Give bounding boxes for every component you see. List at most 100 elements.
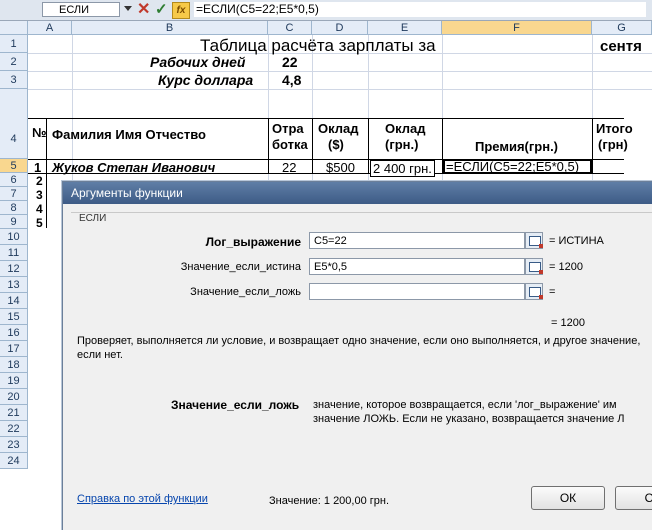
range-select-icon: [529, 236, 543, 248]
arg-value-if-false-input[interactable]: [309, 283, 525, 300]
formula-result: = 1200: [551, 317, 585, 329]
function-arguments-dialog: Аргументы функции ЕСЛИ Лог_выражение C5=…: [62, 181, 652, 530]
header-worked-1[interactable]: Отра: [272, 121, 304, 136]
arg-value-if-false-label: Значение_если_ложь: [190, 286, 301, 298]
row-header-9[interactable]: 9: [0, 215, 28, 229]
active-cell-f5[interactable]: =ЕСЛИ(C5=22;E5*0,5): [443, 159, 592, 174]
row-header-20[interactable]: 20: [0, 389, 28, 405]
arg-value-if-true-label: Значение_если_истина: [180, 261, 301, 273]
table-border: [312, 118, 313, 174]
formula-input[interactable]: =ЕСЛИ(C5=22;E5*0,5): [194, 2, 646, 17]
workdays-label[interactable]: Рабочих дней: [150, 54, 245, 70]
arg-logical-test-input[interactable]: C5=22: [309, 232, 525, 249]
row-header-13[interactable]: 13: [0, 277, 28, 293]
arg-value-if-false-result: =: [549, 286, 556, 298]
header-salary-usd-1[interactable]: Оклад: [318, 121, 359, 136]
gridline: [28, 71, 652, 72]
header-name[interactable]: Фамилия Имя Отчество: [52, 127, 206, 142]
row-header-8[interactable]: 8: [0, 201, 28, 215]
column-header-c[interactable]: C: [268, 21, 312, 35]
row5-salary-usd[interactable]: $500: [326, 160, 355, 175]
header-salary-grn-2[interactable]: (грн.): [385, 137, 418, 152]
row-header-23[interactable]: 23: [0, 437, 28, 453]
row-header-14[interactable]: 14: [0, 293, 28, 309]
header-total-2[interactable]: (грн): [598, 137, 628, 152]
arg-help-text-1: значение, которое возвращается, если 'ло…: [313, 399, 617, 411]
row-header-19[interactable]: 19: [0, 373, 28, 389]
ok-button[interactable]: ОК: [531, 486, 605, 510]
table-border: [28, 118, 624, 119]
column-header-b[interactable]: B: [72, 21, 268, 35]
header-worked-2[interactable]: ботка: [272, 137, 308, 152]
row-header-4[interactable]: 4: [0, 89, 28, 159]
row5-num[interactable]: 1: [34, 160, 41, 175]
row8-num[interactable]: 4: [36, 202, 43, 216]
rate-label[interactable]: Курс доллара: [158, 72, 253, 88]
column-header-e[interactable]: E: [368, 21, 442, 35]
column-header-a[interactable]: A: [28, 21, 72, 35]
function-name-label: ЕСЛИ: [79, 213, 107, 224]
row-header-1[interactable]: 1: [0, 35, 28, 53]
row9-num[interactable]: 5: [36, 216, 43, 230]
row-header-10[interactable]: 10: [0, 229, 28, 245]
select-all-corner[interactable]: [0, 21, 28, 35]
insert-function-icon[interactable]: fx: [172, 2, 190, 19]
column-header-d[interactable]: D: [312, 21, 368, 35]
arg-logical-test-result: = ИСТИНА: [549, 235, 604, 247]
row7-num[interactable]: 3: [36, 188, 43, 202]
header-bonus[interactable]: Премия(грн.): [475, 139, 558, 154]
sheet-title[interactable]: Таблица расчёта зарплаты за: [200, 36, 436, 56]
header-num[interactable]: №: [32, 125, 47, 140]
arg-value-if-true-input[interactable]: E5*0,5: [309, 258, 525, 275]
cancel-icon[interactable]: ✕: [137, 0, 150, 20]
table-border: [268, 118, 269, 174]
gridline: [28, 89, 652, 90]
collapse-dialog-button-3[interactable]: [525, 283, 543, 300]
table-border: [592, 118, 593, 174]
row5-name[interactable]: Жуков Степан Иванович: [52, 160, 215, 175]
row-header-2[interactable]: 2: [0, 53, 28, 71]
arg-help-label: Значение_если_ложь: [171, 398, 300, 412]
name-box[interactable]: ЕСЛИ: [42, 2, 120, 17]
excel-window: ЕСЛИ ✕ ✓ fx =ЕСЛИ(C5=22;E5*0,5) A B C D …: [0, 0, 652, 530]
collapse-dialog-button-2[interactable]: [525, 258, 543, 275]
column-header-f[interactable]: F: [442, 21, 592, 35]
value-line: Значение: 1 200,00 грн.: [269, 495, 390, 507]
dialog-title[interactable]: Аргументы функции: [63, 182, 652, 204]
enter-check-icon[interactable]: ✓: [155, 0, 168, 20]
row-header-12[interactable]: 12: [0, 261, 28, 277]
workdays-value[interactable]: 22: [282, 54, 298, 70]
cancel-button[interactable]: От: [615, 486, 652, 510]
header-salary-usd-2[interactable]: ($): [328, 137, 344, 152]
row5-worked[interactable]: 22: [282, 160, 296, 175]
header-salary-grn-1[interactable]: Оклад: [385, 121, 426, 136]
row-header-6[interactable]: 6: [0, 173, 28, 187]
range-select-icon: [529, 262, 543, 274]
sheet-title-month[interactable]: сентя: [600, 38, 642, 55]
row-header-24[interactable]: 24: [0, 453, 28, 469]
row-header-15[interactable]: 15: [0, 309, 28, 325]
rate-value[interactable]: 4,8: [282, 72, 301, 88]
row-header-21[interactable]: 21: [0, 405, 28, 421]
row-header-5[interactable]: 5: [0, 159, 28, 173]
table-border: [368, 118, 369, 174]
collapse-dialog-button-1[interactable]: [525, 232, 543, 249]
arg-help-text-2: значение ЛОЖЬ. Если не указано, возвраща…: [313, 413, 625, 425]
function-help-link[interactable]: Справка по этой функции: [77, 493, 208, 505]
row6-num[interactable]: 2: [36, 174, 43, 188]
range-select-icon: [529, 287, 543, 299]
row-header-3[interactable]: 3: [0, 71, 28, 89]
row-header-18[interactable]: 18: [0, 357, 28, 373]
row-header-17[interactable]: 17: [0, 341, 28, 357]
header-total-1[interactable]: Итого: [596, 121, 633, 136]
row-header-11[interactable]: 11: [0, 245, 28, 261]
column-header-g[interactable]: G: [592, 21, 652, 35]
row5-salary-grn[interactable]: 2 400 грн.: [370, 160, 435, 177]
row-header-16[interactable]: 16: [0, 325, 28, 341]
row-header-7[interactable]: 7: [0, 187, 28, 201]
formula-bar: ЕСЛИ ✕ ✓ fx =ЕСЛИ(C5=22;E5*0,5): [0, 0, 652, 21]
row-header-22[interactable]: 22: [0, 421, 28, 437]
arg-logical-test-label: Лог_выражение: [205, 235, 301, 249]
name-box-dropdown-icon[interactable]: [124, 6, 132, 11]
function-description: Проверяет, выполняется ли условие, и воз…: [77, 335, 641, 361]
